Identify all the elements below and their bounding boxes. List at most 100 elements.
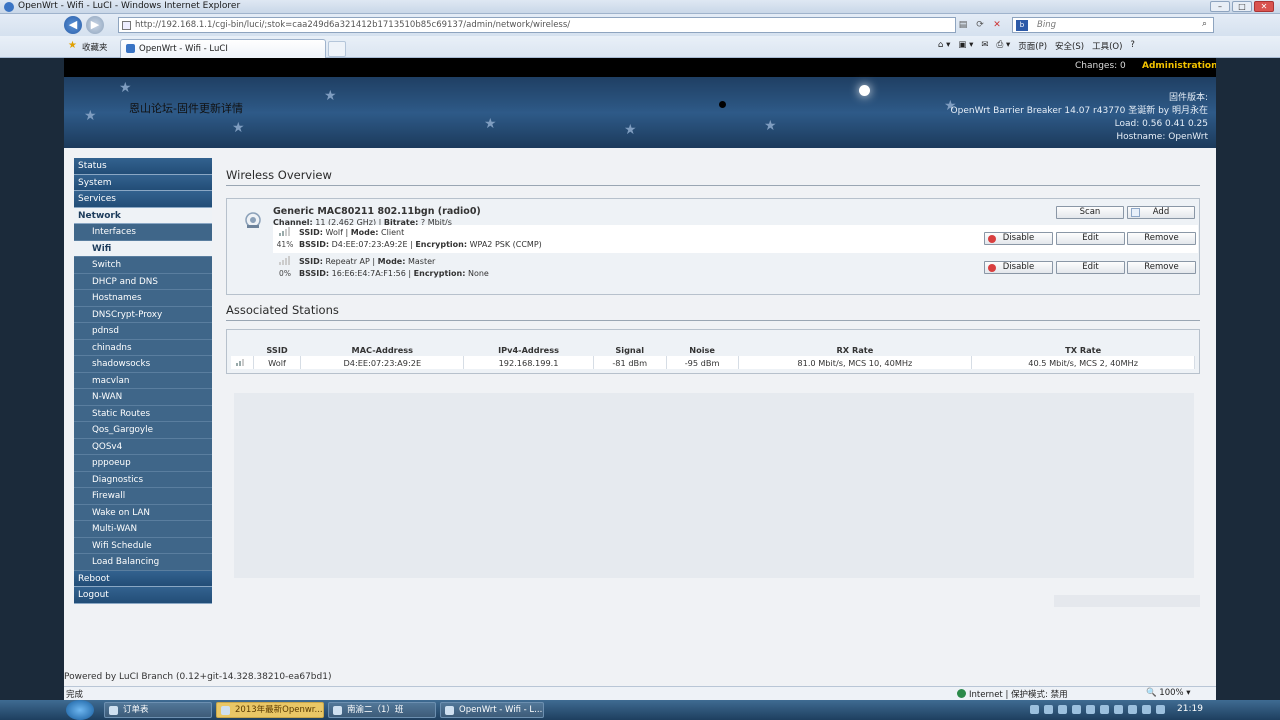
radio-device-box: Generic MAC80211 802.11bgn (radio0) Chan…: [226, 198, 1200, 295]
new-tab-button[interactable]: [328, 41, 346, 57]
submenu-wake-on-lan[interactable]: Wake on LAN: [74, 504, 212, 521]
tray-icon[interactable]: [1072, 705, 1081, 714]
browser-tab[interactable]: OpenWrt - Wifi - LuCI: [120, 39, 326, 58]
submenu-interfaces[interactable]: Interfaces: [74, 224, 212, 241]
feeds-icon[interactable]: ▣ ▾: [958, 40, 973, 52]
firmware-label: 固件版本:: [1168, 93, 1208, 103]
tray-icon[interactable]: [1156, 705, 1165, 714]
tools-menu[interactable]: 工具(O): [1092, 40, 1122, 52]
changes-link[interactable]: Changes: 0: [1075, 61, 1126, 71]
tray-icon[interactable]: [1142, 705, 1151, 714]
signal-bars-icon: [279, 256, 291, 265]
submenu-qosv4[interactable]: QOSv4: [74, 438, 212, 455]
bssid-label: BSSID:: [299, 269, 330, 278]
scan-button[interactable]: Scan: [1056, 206, 1124, 219]
tray-icon[interactable]: [1044, 705, 1053, 714]
submenu-qos-gargoyle[interactable]: Qos_Gargoyle: [74, 422, 212, 439]
add-button[interactable]: Add: [1127, 206, 1195, 219]
safety-menu[interactable]: 安全(S): [1055, 40, 1084, 52]
forward-button[interactable]: ▶: [86, 16, 104, 34]
menu-services[interactable]: Services: [74, 191, 212, 208]
right-margin: [1216, 58, 1280, 686]
submenu-pdnsd[interactable]: pdnsd: [74, 323, 212, 340]
submenu-hostnames[interactable]: Hostnames: [74, 290, 212, 307]
menu-system[interactable]: System: [74, 174, 212, 191]
taskbar-clock[interactable]: 21:19: [1177, 704, 1203, 714]
tray-icon[interactable]: [1128, 705, 1137, 714]
tray-icon[interactable]: [1100, 705, 1109, 714]
disable-button[interactable]: Disable: [984, 232, 1053, 245]
start-button[interactable]: [66, 700, 94, 720]
refresh-icon[interactable]: ⟳: [973, 17, 987, 33]
favorites-button[interactable]: 收藏夹: [82, 41, 108, 53]
remove-button[interactable]: Remove: [1127, 232, 1196, 245]
stop-icon[interactable]: ✕: [990, 17, 1004, 33]
submenu-dnscrypt-proxy[interactable]: DNSCrypt-Proxy: [74, 306, 212, 323]
submenu-pppoeup[interactable]: pppoeup: [74, 455, 212, 472]
submenu-n-wan[interactable]: N-WAN: [74, 389, 212, 406]
stations-table: SSID MAC-Address IPv4-Address Signal Noi…: [231, 344, 1195, 369]
menu-reboot[interactable]: Reboot: [74, 570, 212, 587]
zoom-level[interactable]: 🔍 100% ▾: [1146, 688, 1191, 698]
minimize-button[interactable]: –: [1210, 1, 1230, 12]
submenu-dhcp-dns[interactable]: DHCP and DNS: [74, 273, 212, 290]
administration-link[interactable]: Administration: [1142, 61, 1216, 71]
search-field[interactable]: b Bing ⌕: [1012, 17, 1214, 33]
print-icon[interactable]: ⎙ ▾: [997, 40, 1011, 52]
station-signal: -81 dBm: [593, 356, 667, 369]
star-decor-icon: ★: [484, 116, 497, 132]
stations-box: SSID MAC-Address IPv4-Address Signal Noi…: [226, 329, 1200, 374]
submenu-multi-wan[interactable]: Multi-WAN: [74, 521, 212, 538]
disable-button[interactable]: Disable: [984, 261, 1053, 274]
system-info: 固件版本: OpenWrt Barrier Breaker 14.07 r437…: [951, 92, 1208, 144]
submenu-wifi-schedule[interactable]: Wifi Schedule: [74, 537, 212, 554]
encryption-value: WPA2 PSK (CCMP): [469, 240, 542, 249]
tray-icon[interactable]: [1030, 705, 1039, 714]
menu-network[interactable]: Network: [74, 207, 212, 224]
col-mac: MAC-Address: [351, 345, 414, 355]
tray-icon[interactable]: [1058, 705, 1067, 714]
tray-icon[interactable]: [1114, 705, 1123, 714]
ie-status-bar: 完成 Internet | 保护模式: 禁用 🔍 100% ▾: [64, 686, 1216, 700]
taskbar-item[interactable]: 2013年最新Openwr...: [216, 702, 324, 718]
page-icon: [122, 21, 131, 30]
mail-icon[interactable]: ✉: [981, 40, 988, 52]
submenu-wifi[interactable]: Wifi: [74, 240, 212, 257]
taskbar-item[interactable]: 南渝二（1）班: [328, 702, 436, 718]
ssid-label: SSID:: [299, 228, 323, 237]
address-field[interactable]: http://192.168.1.1/cgi-bin/luci/;stok=ca…: [118, 17, 956, 33]
mode-value: Master: [407, 257, 436, 266]
menu-status[interactable]: Status: [74, 158, 212, 175]
submenu-firewall[interactable]: Firewall: [74, 488, 212, 505]
main-content: Wireless Overview Generic MAC80211 802.1…: [226, 168, 1200, 374]
submenu-diagnostics[interactable]: Diagnostics: [74, 471, 212, 488]
back-button[interactable]: ◀: [64, 16, 82, 34]
tray-icon[interactable]: [1086, 705, 1095, 714]
submenu-chinadns[interactable]: chinadns: [74, 339, 212, 356]
favorites-star-icon[interactable]: ★: [68, 40, 77, 51]
station-noise: -95 dBm: [666, 356, 739, 369]
remove-button[interactable]: Remove: [1127, 261, 1196, 274]
submenu-switch[interactable]: Switch: [74, 257, 212, 274]
security-zone[interactable]: Internet | 保护模式: 禁用: [957, 688, 1068, 700]
menu-logout[interactable]: Logout: [74, 587, 212, 604]
wireless-overview-heading: Wireless Overview: [226, 168, 1200, 186]
page-menu[interactable]: 页面(P): [1018, 40, 1047, 52]
submenu-static-routes[interactable]: Static Routes: [74, 405, 212, 422]
taskbar-item[interactable]: OpenWrt - Wifi - L...: [440, 702, 544, 718]
submenu-shadowsocks[interactable]: shadowsocks: [74, 356, 212, 373]
submenu-macvlan[interactable]: macvlan: [74, 372, 212, 389]
edit-button[interactable]: Edit: [1056, 232, 1125, 245]
taskbar-item[interactable]: 订单表: [104, 702, 212, 718]
dark-dot-decor: [719, 101, 726, 108]
search-icon[interactable]: ⌕: [1202, 19, 1207, 29]
edit-button[interactable]: Edit: [1056, 261, 1125, 274]
col-rx-rate: RX Rate: [836, 345, 874, 355]
close-button[interactable]: ✕: [1254, 1, 1274, 12]
bssid-label: BSSID:: [299, 240, 330, 249]
maximize-button[interactable]: □: [1232, 1, 1252, 12]
help-icon[interactable]: ?: [1130, 40, 1135, 52]
compat-view-icon[interactable]: ▤: [956, 17, 970, 33]
home-icon[interactable]: ⌂ ▾: [938, 40, 950, 52]
submenu-load-balancing[interactable]: Load Balancing: [74, 554, 212, 571]
